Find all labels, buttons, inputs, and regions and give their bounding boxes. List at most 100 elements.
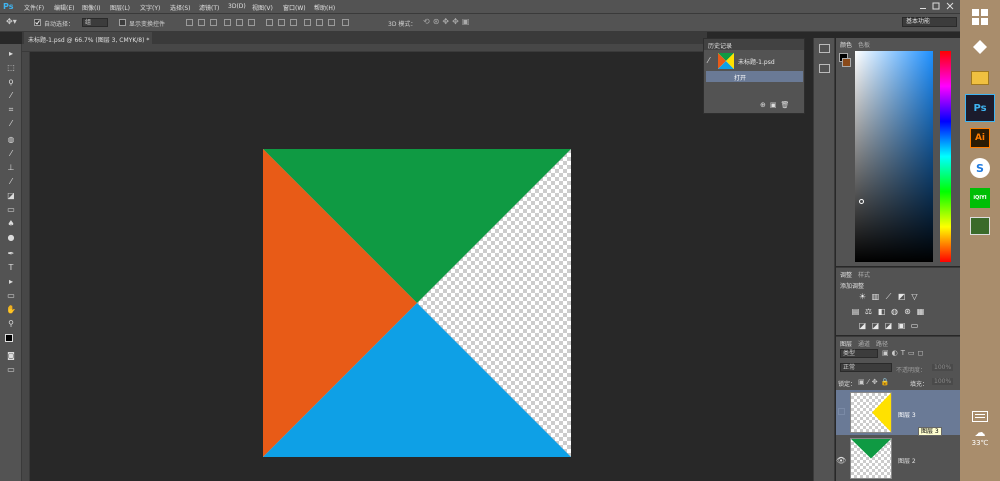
- healing-tool-icon[interactable]: ◍: [4, 134, 18, 145]
- visibility-eye-icon[interactable]: 👁: [836, 456, 846, 465]
- vibrance-icon[interactable]: ▽: [910, 293, 919, 301]
- history-brush-tool-icon[interactable]: ⁄: [4, 176, 18, 187]
- color-balance-icon[interactable]: ⚖: [864, 308, 873, 316]
- stamp-tool-icon[interactable]: ⊥: [4, 162, 18, 173]
- auto-align-icon[interactable]: [342, 19, 349, 26]
- eyedropper-tool-icon[interactable]: ⁄: [4, 118, 18, 129]
- menu-view[interactable]: 视图(V): [252, 3, 273, 12]
- tab-color[interactable]: 颜色: [836, 38, 857, 51]
- blend-mode-dropdown[interactable]: 正常: [840, 363, 892, 372]
- shape-tool-icon[interactable]: ▭: [4, 290, 18, 301]
- lock-icons[interactable]: ▣⁄✥🔒: [858, 378, 892, 386]
- gradient-tool-icon[interactable]: ▭: [4, 204, 18, 215]
- menu-edit[interactable]: 编辑(E): [54, 3, 74, 12]
- minimize-icon[interactable]: [920, 8, 926, 9]
- tab-adjustments[interactable]: 调整: [836, 268, 856, 281]
- tab-swatches[interactable]: 色板: [854, 38, 874, 51]
- menu-file[interactable]: 文件(F): [24, 3, 44, 12]
- selective-color-icon[interactable]: ▣: [897, 322, 906, 330]
- illustrator-taskbar-icon[interactable]: Ai: [965, 124, 995, 152]
- hue-slider[interactable]: [940, 51, 951, 262]
- distribute-left-icon[interactable]: [304, 19, 311, 26]
- menu-layer[interactable]: 图层(L): [110, 3, 130, 12]
- menu-type[interactable]: 文字(Y): [140, 3, 160, 12]
- move-tool-icon[interactable]: ▸: [4, 48, 18, 59]
- picker-cursor[interactable]: [859, 199, 864, 204]
- align-hcenter-icon[interactable]: [236, 19, 243, 26]
- layer-row-3[interactable]: 图层 3 图层 3: [836, 390, 960, 436]
- align-left-icon[interactable]: [224, 19, 231, 26]
- visibility-toggle[interactable]: [838, 408, 845, 415]
- marquee-tool-icon[interactable]: ⬚: [4, 62, 18, 73]
- blur-tool-icon[interactable]: ♠: [4, 218, 18, 229]
- photo-filter-icon[interactable]: ◍: [890, 308, 899, 316]
- align-vcenter-icon[interactable]: [198, 19, 205, 26]
- brush-tool-icon[interactable]: ⁄: [4, 148, 18, 159]
- menu-image[interactable]: 图像(I): [82, 3, 100, 12]
- align-bottom-icon[interactable]: [210, 19, 217, 26]
- opacity-value[interactable]: 100%: [932, 364, 954, 371]
- document-canvas[interactable]: [263, 149, 571, 457]
- threshold-icon[interactable]: ◪: [884, 322, 893, 330]
- menu-help[interactable]: 帮助(H): [314, 3, 335, 12]
- hand-tool-icon[interactable]: ✋: [4, 304, 18, 315]
- dodge-tool-icon[interactable]: ●: [4, 232, 18, 243]
- eraser-tool-icon[interactable]: ◪: [4, 190, 18, 201]
- curves-icon[interactable]: ⟋: [884, 293, 893, 301]
- history-step-open[interactable]: 打开: [706, 71, 803, 82]
- history-actions-icons[interactable]: ⊕▣🗑: [760, 101, 793, 109]
- brightness-icon[interactable]: ☀: [858, 293, 867, 301]
- foreground-color-swatch[interactable]: [5, 334, 13, 342]
- exposure-icon[interactable]: ◩: [897, 293, 906, 301]
- distribute-right-icon[interactable]: [328, 19, 335, 26]
- layer-filter-icons[interactable]: ▣◐T▭◻: [882, 349, 926, 357]
- sogou-taskbar-icon[interactable]: S: [965, 154, 995, 182]
- color-picker-field[interactable]: [855, 51, 933, 262]
- maximize-icon[interactable]: [932, 2, 940, 10]
- type-tool-icon[interactable]: T: [4, 262, 18, 273]
- start-icon[interactable]: [965, 3, 995, 31]
- menu-select[interactable]: 选择(S): [170, 3, 191, 12]
- 3d-tools-icons[interactable]: ⟲⊛✥✥▣: [423, 17, 472, 26]
- align-right-icon[interactable]: [248, 19, 255, 26]
- layer-3-name[interactable]: 图层 3: [898, 410, 916, 419]
- move-tool-icon[interactable]: ✥▾: [6, 17, 17, 26]
- zoom-tool-icon[interactable]: ⚲: [4, 318, 18, 329]
- properties-panel-icon[interactable]: [819, 64, 830, 73]
- layer-2-name[interactable]: 图层 2: [898, 456, 916, 465]
- iqiyi-taskbar-icon[interactable]: iQIYI: [965, 184, 995, 212]
- quick-select-tool-icon[interactable]: ⁄: [4, 90, 18, 101]
- photoshop-taskbar-icon[interactable]: Ps: [965, 94, 995, 122]
- menu-filter[interactable]: 滤镜(T): [199, 3, 219, 12]
- channel-mixer-icon[interactable]: ⊛: [903, 308, 912, 316]
- black-white-icon[interactable]: ◧: [877, 308, 886, 316]
- distribute-top-icon[interactable]: [266, 19, 273, 26]
- quick-mask-icon[interactable]: ◙: [4, 350, 18, 361]
- hue-saturation-icon[interactable]: ▤: [851, 308, 860, 316]
- lasso-tool-icon[interactable]: ϙ: [4, 76, 18, 87]
- close-icon[interactable]: [946, 2, 954, 10]
- auto-select-dropdown[interactable]: 组: [82, 18, 108, 27]
- menu-window[interactable]: 窗口(W): [283, 3, 306, 12]
- levels-icon[interactable]: ▥: [871, 293, 880, 301]
- image-viewer-icon[interactable]: [965, 212, 995, 240]
- distribute-vcenter-icon[interactable]: [278, 19, 285, 26]
- document-tab[interactable]: 未标题-1.psd @ 66.7% (图层 3, CMYK/8) *: [24, 32, 152, 44]
- workspace-dropdown[interactable]: 基本功能: [902, 17, 957, 27]
- distribute-bottom-icon[interactable]: [290, 19, 297, 26]
- layer-filter-dropdown[interactable]: 类型: [840, 349, 878, 358]
- gradient-map-icon[interactable]: ▭: [910, 322, 919, 330]
- show-transform-checkbox[interactable]: [119, 19, 126, 26]
- color-lookup-icon[interactable]: ▦: [916, 308, 925, 316]
- path-select-tool-icon[interactable]: ▸: [4, 276, 18, 287]
- auto-select-checkbox[interactable]: [34, 19, 41, 26]
- history-brush-icon[interactable]: ⁄: [708, 56, 709, 65]
- pen-tool-icon[interactable]: ✒: [4, 248, 18, 259]
- tab-styles[interactable]: 样式: [854, 268, 874, 281]
- crop-tool-icon[interactable]: ⌗: [4, 104, 18, 115]
- screen-mode-icon[interactable]: ▭: [4, 364, 18, 375]
- bg-color-chip[interactable]: [842, 58, 851, 67]
- layer-row-2[interactable]: 👁 图层 2: [836, 436, 960, 481]
- history-panel-icon[interactable]: [819, 44, 830, 53]
- history-snapshot[interactable]: ⁄ 未标题-1.psd: [706, 52, 803, 70]
